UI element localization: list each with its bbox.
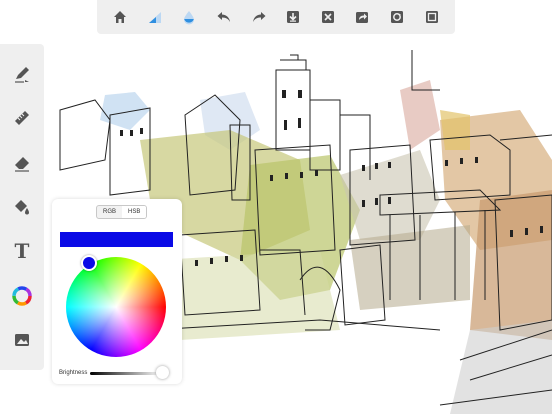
brush-size-button[interactable] <box>143 5 167 29</box>
fullscreen-button[interactable] <box>420 5 444 29</box>
home-button[interactable] <box>108 5 132 29</box>
undo-icon <box>217 12 231 22</box>
fill-tool-button[interactable] <box>7 192 37 222</box>
home-icon <box>114 11 127 23</box>
hsb-mode-tab[interactable]: HSB <box>122 206 147 218</box>
ruler-icon <box>15 111 29 126</box>
record-button[interactable] <box>385 5 409 29</box>
brush-size-icon <box>148 12 161 23</box>
image-tool-button[interactable] <box>7 325 37 355</box>
fill-icon <box>15 199 29 215</box>
ruler-tool-button[interactable] <box>7 103 37 133</box>
clear-icon <box>321 11 334 23</box>
clear-canvas-button[interactable] <box>316 5 340 29</box>
rgb-mode-tab[interactable]: RGB <box>97 206 122 218</box>
import-button[interactable] <box>281 5 305 29</box>
opacity-icon <box>184 11 195 25</box>
color-picker-button[interactable] <box>7 281 37 311</box>
current-color-swatch <box>60 232 173 247</box>
fullscreen-icon <box>425 11 438 23</box>
color-wheel-icon <box>12 285 32 306</box>
eraser-icon <box>15 156 29 172</box>
redo-button[interactable] <box>247 5 271 29</box>
left-toolbar: T <box>0 44 44 370</box>
brightness-slider-knob[interactable] <box>156 366 169 379</box>
image-icon <box>15 333 29 346</box>
color-mode-segment: RGB HSB <box>96 205 148 219</box>
hue-saturation-wheel[interactable] <box>66 257 166 357</box>
share-icon <box>356 12 369 23</box>
import-icon <box>287 11 300 23</box>
record-icon <box>391 11 404 23</box>
color-wheel-handle[interactable] <box>81 255 97 271</box>
color-picker-panel: RGB HSB Brightness <box>52 199 182 384</box>
opacity-button[interactable] <box>177 5 201 29</box>
brightness-label: Brightness <box>59 370 88 376</box>
share-button[interactable] <box>350 5 374 29</box>
redo-icon <box>252 12 266 22</box>
pen-icon <box>15 67 29 83</box>
brightness-slider[interactable] <box>90 372 162 375</box>
text-icon: T <box>14 239 30 264</box>
undo-button[interactable] <box>212 5 236 29</box>
eraser-tool-button[interactable] <box>7 148 37 178</box>
text-tool-button[interactable]: T <box>7 236 37 266</box>
top-toolbar <box>97 0 455 34</box>
pen-tool-button[interactable] <box>7 59 37 89</box>
